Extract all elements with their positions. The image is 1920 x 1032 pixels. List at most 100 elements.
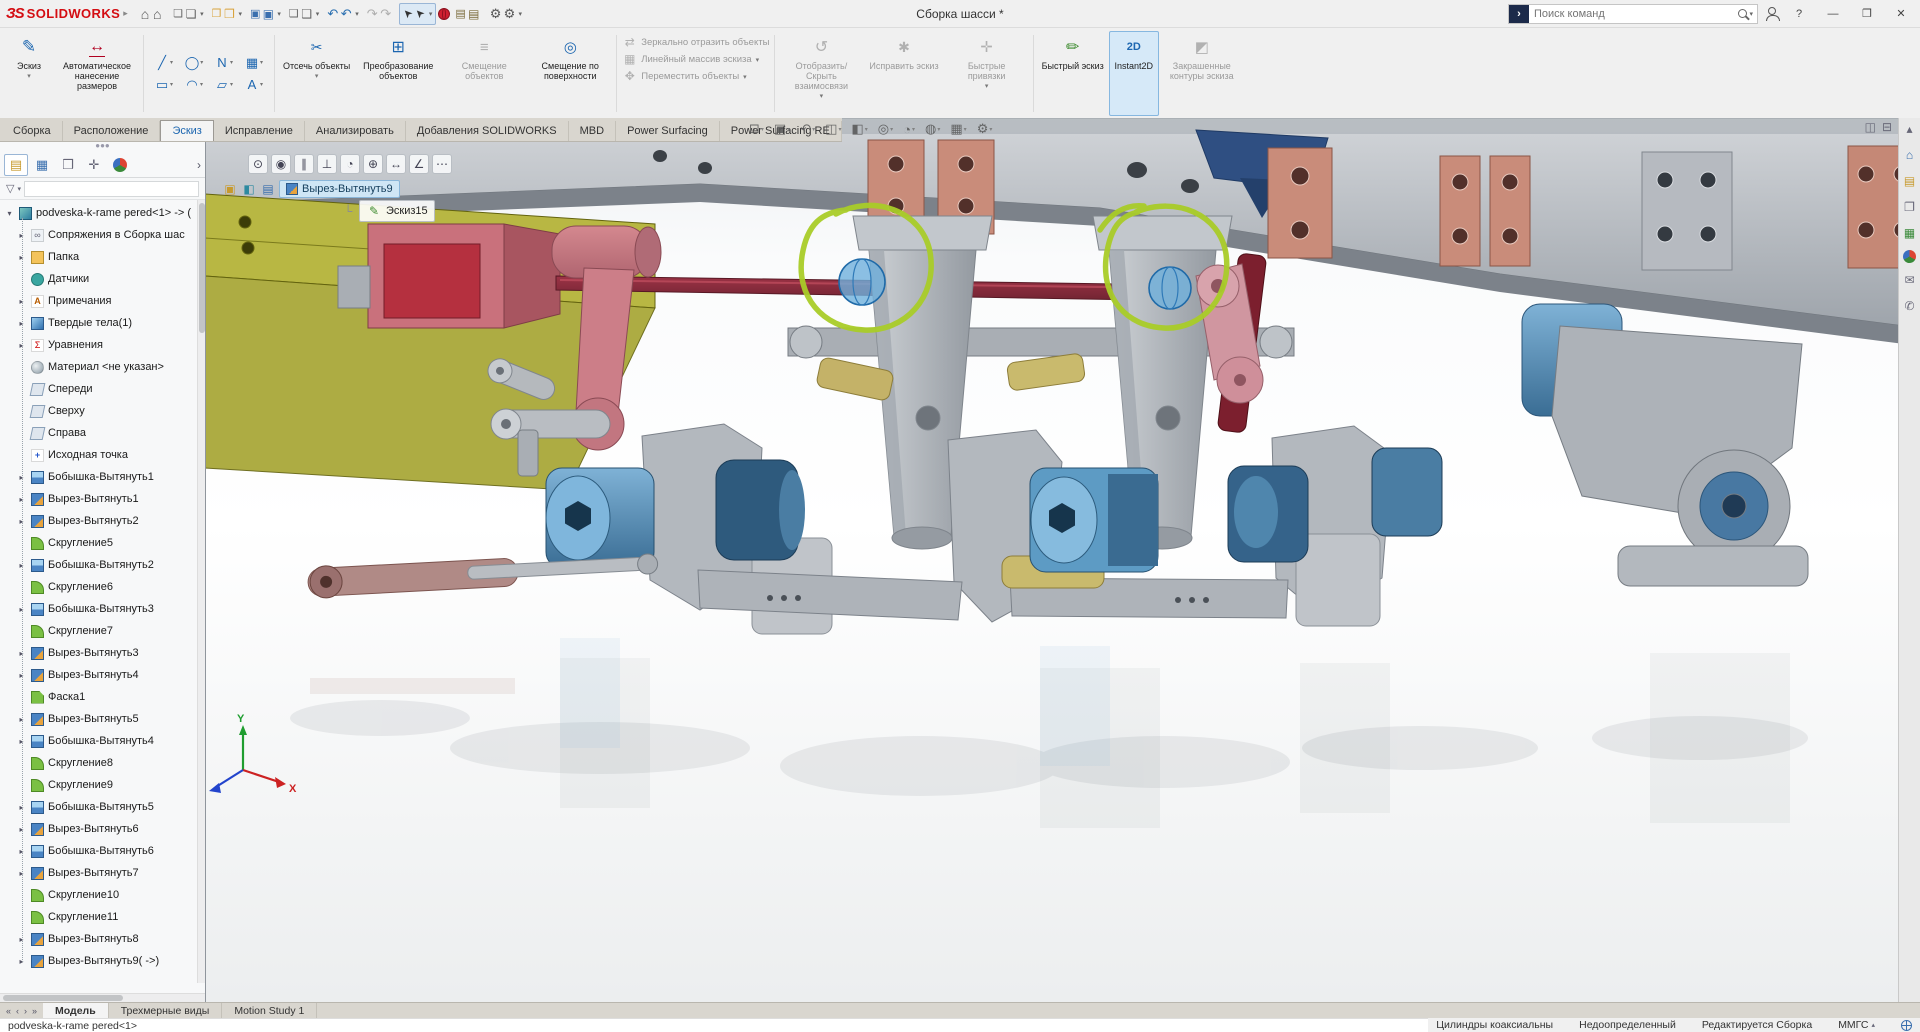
tree-item[interactable]: Вырез-Вытянуть4 [0,664,205,686]
offset-surface-button[interactable]: Смещение по поверхности [527,31,613,116]
new-document-icon[interactable]: ▾ [170,3,206,25]
tree-item[interactable]: Уравнения [0,334,205,356]
tree-item[interactable]: Материал <не указан> [0,356,205,378]
apply-scene-icon[interactable]: ▾ [947,120,969,138]
search-caret-icon[interactable]: ▾ [1749,10,1753,18]
expander-arrow[interactable] [16,869,27,878]
split-horizontal-icon[interactable]: ◫ [1865,120,1876,134]
dropdown-caret-icon[interactable]: ▾ [260,59,263,66]
expander-arrow[interactable] [16,495,27,504]
command-search[interactable]: › ▾ [1508,4,1758,24]
dropdown-caret-icon[interactable]: ▾ [170,81,173,88]
dropdown-caret-icon[interactable]: ▾ [937,126,940,133]
parallel-mate-icon[interactable] [294,154,314,174]
rapid-sketch-button[interactable]: Быстрый эскиз [1037,31,1109,116]
search-input[interactable] [1529,8,1738,20]
forum-icon[interactable] [1901,297,1919,315]
breadcrumb-sketch-chip[interactable]: Эскиз15 [359,200,435,222]
open-document-icon[interactable]: ▾ [209,3,245,25]
tree-item[interactable]: Папка [0,246,205,268]
dropdown-caret-icon[interactable]: ▾ [238,10,242,18]
dimxpert-tab[interactable] [82,154,106,176]
model-lower-arm[interactable] [698,570,962,620]
coincident-mate-icon[interactable] [271,154,291,174]
print-icon[interactable]: ▾ [286,3,322,25]
expander-arrow[interactable] [16,605,27,614]
angle-mate-icon[interactable] [409,154,429,174]
redo-icon[interactable]: ▾ [364,3,397,25]
dropdown-caret-icon[interactable]: ▾ [315,72,319,80]
tree-item[interactable]: Бобышка-Вытянуть1 [0,466,205,488]
document-tab[interactable]: Motion Study 1 [222,1003,317,1018]
display-style-icon[interactable]: ▾ [875,120,896,138]
settings-gear-icon[interactable]: ▾ [487,3,525,25]
sketch-button[interactable]: Эскиз ▾ [4,31,54,116]
hide-show-items-icon[interactable]: ▾ [900,120,918,138]
tangent-mate-icon[interactable] [340,154,360,174]
expander-arrow[interactable] [16,715,27,724]
expander-arrow[interactable] [16,847,27,856]
record-icon[interactable]: ▾ [438,8,450,20]
dropdown-caret-icon[interactable]: ▾ [787,126,790,133]
model-mount-bracket-copper[interactable] [1268,148,1332,258]
commandmanager-tab[interactable]: Добавления SOLIDWORKS [406,121,569,141]
tree-item[interactable]: Скругление8 [0,752,205,774]
tree-item[interactable]: Скругление5 [0,532,205,554]
zoom-area-icon[interactable]: ▾ [771,120,793,138]
expander-arrow[interactable] [16,803,27,812]
filter-input[interactable] [24,181,199,197]
appearances-icon[interactable] [1903,250,1916,263]
tree-item[interactable]: Справа [0,422,205,444]
lock-mate-icon[interactable] [363,154,383,174]
view-settings-icon[interactable]: ▾ [974,120,996,138]
tree-item[interactable]: Скругление7 [0,620,205,642]
circle-tool-icon[interactable]: ◯ ▾ [179,52,209,74]
globe-icon[interactable] [1901,1020,1912,1031]
expander-arrow[interactable] [16,825,27,834]
design-library-icon[interactable] [1901,172,1919,190]
tree-root-item[interactable]: podveska-k-rame pered<1> -> ( [0,202,205,224]
model-blue-cylinder[interactable] [716,460,805,560]
dropdown-caret-icon[interactable]: ▾ [890,126,893,133]
dropdown-caret-icon[interactable]: ▾ [429,10,433,18]
model-right-assembly[interactable] [1552,326,1808,586]
perpendicular-mate-icon[interactable] [317,154,337,174]
tree-item[interactable]: Скругление10 [0,884,205,906]
tree-item[interactable]: Исходная точка [0,444,205,466]
dropdown-caret-icon[interactable]: ▾ [27,72,31,80]
configurationmanager-tab[interactable] [56,154,80,176]
units-selector[interactable]: ММГС ▴ [1838,1019,1875,1031]
restore-button[interactable]: ❐ [1854,3,1880,25]
convert-entities-button[interactable]: Преобразование объектов [355,31,441,116]
tree-item[interactable]: Бобышка-Вытянуть4 [0,730,205,752]
select-arrow-icon[interactable]: ▾ [399,3,437,25]
file-explorer-icon[interactable] [1901,198,1919,216]
tree-item[interactable]: Вырез-Вытянуть3 [0,642,205,664]
close-button[interactable]: ✕ [1888,3,1914,25]
assembly-icon[interactable] [222,181,238,197]
commandmanager-tab[interactable]: Power Surfacing [616,121,720,141]
more-mates-icon[interactable] [432,154,452,174]
edit-appearance-icon[interactable]: ▾ [922,120,943,138]
panel-tabs-more-icon[interactable]: › [197,158,201,172]
commandmanager-tab[interactable]: MBD [569,121,616,141]
model-blue-hub[interactable] [546,468,654,568]
save-icon[interactable]: ▾ [247,3,284,25]
zoom-fit-icon[interactable]: ▾ [746,120,767,138]
search-icon[interactable] [1738,9,1747,18]
tree-horizontal-scrollbar[interactable] [0,993,205,1002]
expander-arrow[interactable] [16,737,27,746]
previous-view-icon[interactable]: ▾ [797,120,818,138]
tree-item[interactable]: Примечания [0,290,205,312]
spline-tool-icon[interactable]: N ▾ [209,52,239,74]
tree-item[interactable]: Вырез-Вытянуть7 [0,862,205,884]
panel-grip[interactable]: ●●● [0,142,205,152]
last-tab-icon[interactable]: » [30,1006,39,1016]
expander-arrow[interactable] [16,957,27,966]
expander-arrow[interactable] [4,209,15,218]
featuremanager-tab[interactable] [4,154,28,176]
filter-funnel-icon[interactable] [6,182,14,195]
tree-item[interactable]: Бобышка-Вытянуть2 [0,554,205,576]
expander-arrow[interactable] [16,561,27,570]
propertymanager-tab[interactable] [30,154,54,176]
